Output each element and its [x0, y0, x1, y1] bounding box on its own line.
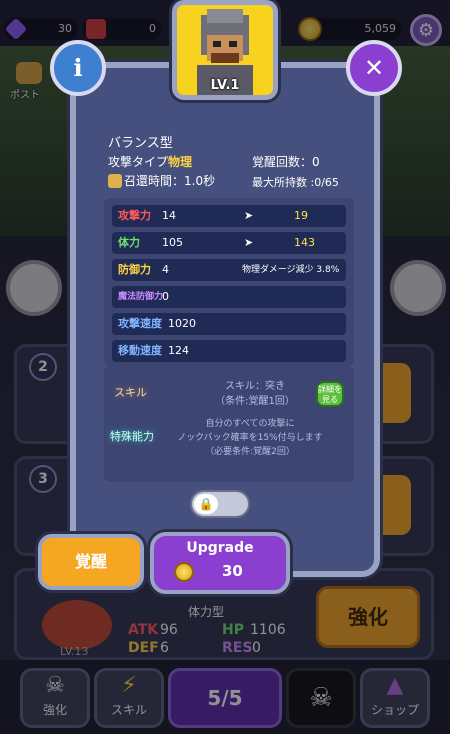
upgrade-label: Upgrade — [186, 540, 254, 556]
lock-icon: 🔒 — [194, 494, 218, 514]
upgrade-cost: 30 — [222, 562, 243, 580]
close-button[interactable]: ✕ — [346, 40, 402, 96]
skill-condition: （条件:覚醒1回） — [215, 396, 295, 407]
skill-label: スキル — [114, 386, 147, 399]
gold-coin-icon — [174, 562, 194, 582]
stat-row-attack-speed: 攻撃速度 1020 — [112, 313, 346, 335]
summon-time: 召還時間：1.0秒 — [124, 174, 216, 188]
upgrade-arrow-icon: ➤ — [244, 209, 254, 222]
modal-level: LV.1 — [210, 78, 240, 93]
awaken-button[interactable]: 覚醒 — [38, 534, 144, 590]
stat-row-defense: 防御力 4 物理ダメージ減少 3.8% — [112, 259, 346, 281]
skill-detail-button[interactable]: 詳細を見る — [316, 381, 344, 407]
attack-type-label: 攻撃タイプ — [108, 155, 169, 169]
special-desc-line-1: 自分のすべての攻撃に — [205, 419, 295, 429]
stat-row-hp: 体力 105 ➤ 143 — [112, 232, 346, 254]
upgrade-arrow-icon: ➤ — [244, 236, 254, 249]
stat-row-magic-defense: 魔法防御力 0 — [112, 286, 346, 308]
close-icon: ✕ — [363, 54, 385, 82]
stat-row-attack: 攻撃力 14 ➤ 19 — [112, 205, 346, 227]
skill-name: スキル：突き — [225, 381, 285, 392]
hourglass-icon — [108, 174, 122, 188]
hero-type: バランス型 — [108, 136, 173, 151]
info-button[interactable]: ℹ — [50, 40, 106, 96]
awaken-count: 覚醒回数：0 — [252, 155, 320, 169]
attack-type-value: 物理 — [168, 155, 193, 169]
max-held-count: 最大所持数 :0/65 — [252, 176, 339, 189]
stat-row-move-speed: 移動速度 124 — [112, 340, 346, 362]
special-desc-line-2: ノックバック確率を15%付与します — [177, 433, 323, 443]
upgrade-button[interactable]: Upgrade 30 — [150, 532, 290, 594]
info-icon: ℹ — [73, 54, 83, 82]
special-desc-line-3: （必要条件:覚醒2回） — [205, 447, 295, 457]
lock-toggle[interactable]: 🔒 — [190, 490, 250, 518]
special-ability-label: 特殊能力 — [110, 430, 154, 443]
